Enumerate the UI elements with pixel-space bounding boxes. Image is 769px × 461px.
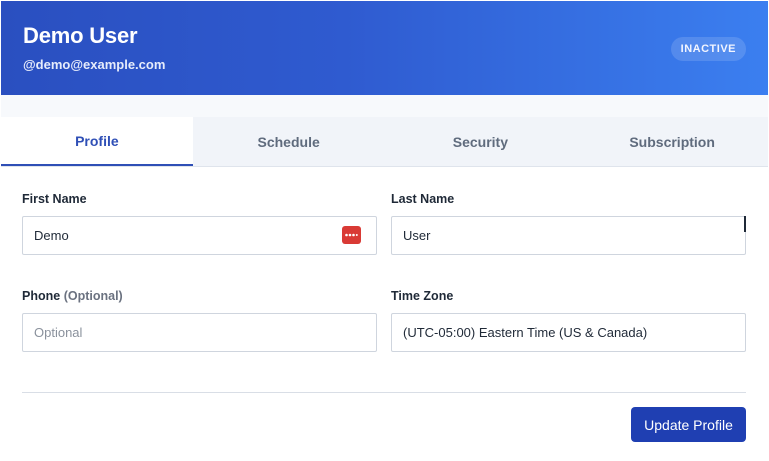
tab-schedule[interactable]: Schedule [193,117,385,166]
phone-field[interactable] [22,313,377,352]
time-zone-field[interactable] [391,313,746,352]
header-spacer [1,95,768,117]
user-email: @demo@example.com [23,57,166,72]
tab-profile[interactable]: Profile [1,117,193,166]
form-divider [22,392,746,393]
phone-label: Phone (Optional) [22,289,123,303]
tab-subscription[interactable]: Subscription [576,117,768,166]
last-name-field[interactable] [391,216,746,255]
text-cursor [744,216,746,232]
profile-tabs: Profile Schedule Security Subscription [1,117,768,167]
phone-label-text: Phone [22,289,61,303]
profile-header: Demo User @demo@example.com INACTIVE [1,1,768,95]
first-name-label: First Name [22,192,87,206]
status-badge: INACTIVE [670,37,746,61]
profile-page: Demo User @demo@example.com INACTIVE Pro… [0,0,769,461]
first-name-field[interactable] [22,216,377,255]
tab-security[interactable]: Security [385,117,577,166]
dots-icon [345,233,358,237]
update-profile-button[interactable]: Update Profile [631,407,746,442]
user-name: Demo User [23,23,138,48]
last-name-label: Last Name [391,192,455,206]
password-manager-icon[interactable] [342,226,361,244]
time-zone-label: Time Zone [391,289,454,303]
phone-optional-hint: (Optional) [63,289,123,303]
